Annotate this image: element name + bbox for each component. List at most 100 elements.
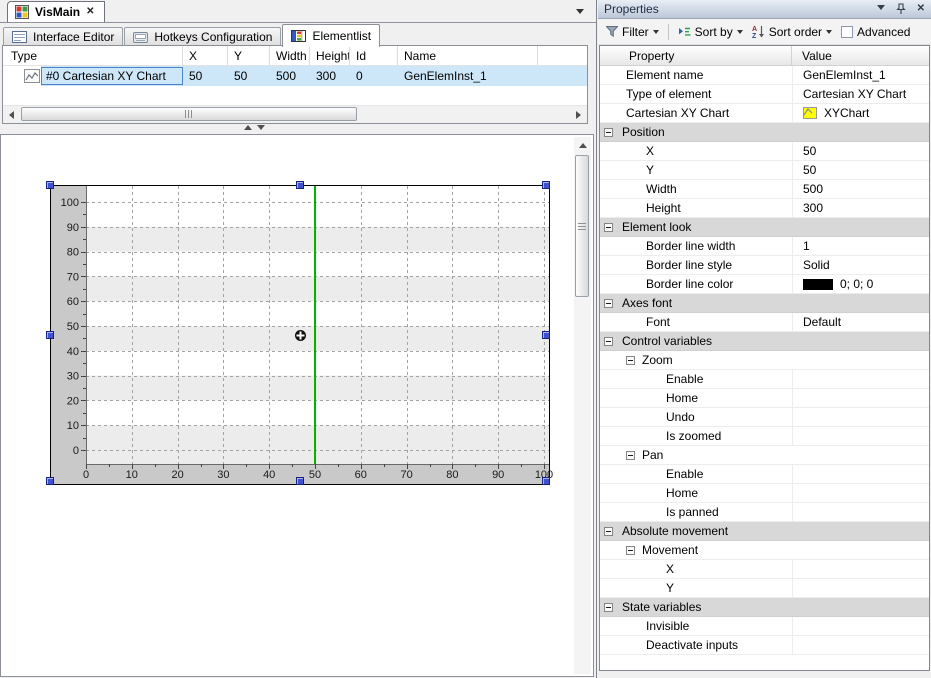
property-row[interactable]: Width500	[600, 180, 929, 199]
canvas-vertical-scrollbar[interactable]	[574, 137, 591, 674]
property-value[interactable]	[792, 465, 929, 483]
pin-icon[interactable]	[896, 3, 906, 15]
property-group-row[interactable]: State variables	[600, 598, 929, 617]
property-row[interactable]: Enable	[600, 370, 929, 389]
property-value[interactable]: Cartesian XY Chart	[792, 85, 929, 103]
property-value[interactable]	[792, 617, 929, 635]
property-row[interactable]: Home	[600, 389, 929, 408]
tab-list-dropdown-icon[interactable]	[576, 9, 584, 18]
resize-handle-middle-right[interactable]	[542, 331, 550, 339]
property-group-row[interactable]: Axes font	[600, 294, 929, 313]
resize-handle-top-center[interactable]	[296, 181, 304, 189]
column-header-value[interactable]: Value	[792, 49, 832, 63]
property-row[interactable]: Element nameGenElemInst_1	[600, 66, 929, 85]
scroll-right-button[interactable]	[570, 106, 587, 123]
cell-name[interactable]: GenElemInst_1	[398, 69, 538, 83]
property-value[interactable]	[792, 579, 929, 597]
collapse-icon[interactable]	[604, 527, 613, 536]
property-value[interactable]: 500	[792, 180, 929, 198]
collapse-icon[interactable]	[626, 451, 635, 460]
property-row[interactable]: Enable	[600, 465, 929, 484]
property-row[interactable]: Border line width1	[600, 237, 929, 256]
property-value[interactable]: Solid	[792, 256, 929, 274]
property-value[interactable]: 50	[792, 161, 929, 179]
property-row[interactable]: Is zoomed	[600, 427, 929, 446]
pane-divider[interactable]	[596, 0, 597, 678]
property-group-row[interactable]: Movement	[600, 541, 929, 560]
cell-y[interactable]: 50	[228, 69, 270, 83]
property-row[interactable]: Border line color0; 0; 0	[600, 275, 929, 294]
cell-id[interactable]: 0	[350, 69, 398, 83]
splitter-collapse-icons[interactable]	[244, 125, 265, 130]
property-value[interactable]: Default	[792, 313, 929, 331]
cell-type[interactable]: #0 Cartesian XY Chart	[41, 67, 183, 85]
property-row[interactable]: Y	[600, 579, 929, 598]
property-value[interactable]	[792, 427, 929, 445]
property-row[interactable]: Cartesian XY ChartXYChart	[600, 104, 929, 123]
property-group-row[interactable]: Position	[600, 123, 929, 142]
property-row[interactable]: Home	[600, 484, 929, 503]
visualization-canvas[interactable]: 0102030405060708090100010203040506070809…	[0, 134, 594, 677]
tab-hotkeys-configuration[interactable]: Hotkeys Configuration	[124, 27, 281, 46]
window-position-dropdown-icon[interactable]	[877, 5, 885, 14]
collapse-icon[interactable]	[604, 337, 613, 346]
property-value[interactable]	[792, 370, 929, 388]
column-header-width[interactable]: Width	[270, 46, 310, 65]
element-center-marker[interactable]	[294, 329, 307, 342]
tab-interface-editor[interactable]: Interface Editor	[3, 27, 123, 46]
collapse-icon[interactable]	[626, 546, 635, 555]
property-value[interactable]	[792, 408, 929, 426]
collapse-icon[interactable]	[604, 128, 613, 137]
resize-handle-bottom-left[interactable]	[46, 477, 54, 485]
property-row[interactable]: Invisible	[600, 617, 929, 636]
property-value[interactable]: 50	[792, 142, 929, 160]
column-header-property[interactable]: Property	[600, 46, 792, 65]
cell-x[interactable]: 50	[183, 69, 228, 83]
column-header-height[interactable]: Height	[310, 46, 350, 65]
property-value[interactable]	[792, 636, 929, 654]
table-row[interactable]: #0 Cartesian XY Chart 50 50 500 300 0 Ge…	[3, 66, 587, 86]
advanced-checkbox[interactable]	[841, 26, 853, 38]
scrollbar-thumb[interactable]	[21, 107, 357, 121]
pane-splitter[interactable]	[0, 123, 596, 134]
property-value[interactable]	[792, 503, 929, 521]
cell-height[interactable]: 300	[310, 69, 350, 83]
column-header-name[interactable]: Name	[398, 46, 538, 65]
filter-button[interactable]: Filter	[603, 23, 662, 41]
tab-vismain[interactable]: VisMain ✕	[7, 1, 105, 22]
resize-handle-bottom-center[interactable]	[296, 477, 304, 485]
scroll-up-button[interactable]	[574, 137, 591, 154]
property-group-row[interactable]: Absolute movement	[600, 522, 929, 541]
property-row[interactable]: X50	[600, 142, 929, 161]
property-value[interactable]: XYChart	[792, 104, 929, 122]
property-value[interactable]	[792, 484, 929, 502]
property-row[interactable]: Deactivate inputs	[600, 636, 929, 655]
property-value[interactable]: 300	[792, 199, 929, 217]
column-header-y[interactable]: Y	[228, 46, 270, 65]
property-group-row[interactable]: Pan	[600, 446, 929, 465]
close-tab-icon[interactable]: ✕	[86, 7, 94, 17]
property-row[interactable]: Type of elementCartesian XY Chart	[600, 85, 929, 104]
collapse-icon[interactable]	[604, 223, 613, 232]
property-value[interactable]	[792, 560, 929, 578]
scrollbar-track[interactable]	[574, 154, 591, 674]
column-header-id[interactable]: Id	[350, 46, 398, 65]
advanced-toggle[interactable]: Advanced	[838, 23, 913, 41]
scrollbar-thumb[interactable]	[575, 155, 589, 297]
tab-elementlist[interactable]: Elementlist	[282, 24, 380, 47]
property-row[interactable]: Border line styleSolid	[600, 256, 929, 275]
collapse-icon[interactable]	[626, 356, 635, 365]
property-value[interactable]	[792, 389, 929, 407]
collapse-icon[interactable]	[604, 299, 613, 308]
scrollbar-track[interactable]	[20, 106, 570, 123]
collapse-icon[interactable]	[604, 603, 613, 612]
column-header-x[interactable]: X	[183, 46, 228, 65]
cartesian-xy-chart-element[interactable]: 0102030405060708090100010203040506070809…	[50, 185, 550, 485]
scroll-left-button[interactable]	[3, 106, 20, 123]
property-row[interactable]: Is panned	[600, 503, 929, 522]
property-row[interactable]: FontDefault	[600, 313, 929, 332]
resize-handle-bottom-right[interactable]	[542, 477, 550, 485]
property-group-row[interactable]: Element look	[600, 218, 929, 237]
column-header-type[interactable]: Type	[3, 46, 183, 65]
close-panel-icon[interactable]: ✕	[917, 4, 925, 14]
